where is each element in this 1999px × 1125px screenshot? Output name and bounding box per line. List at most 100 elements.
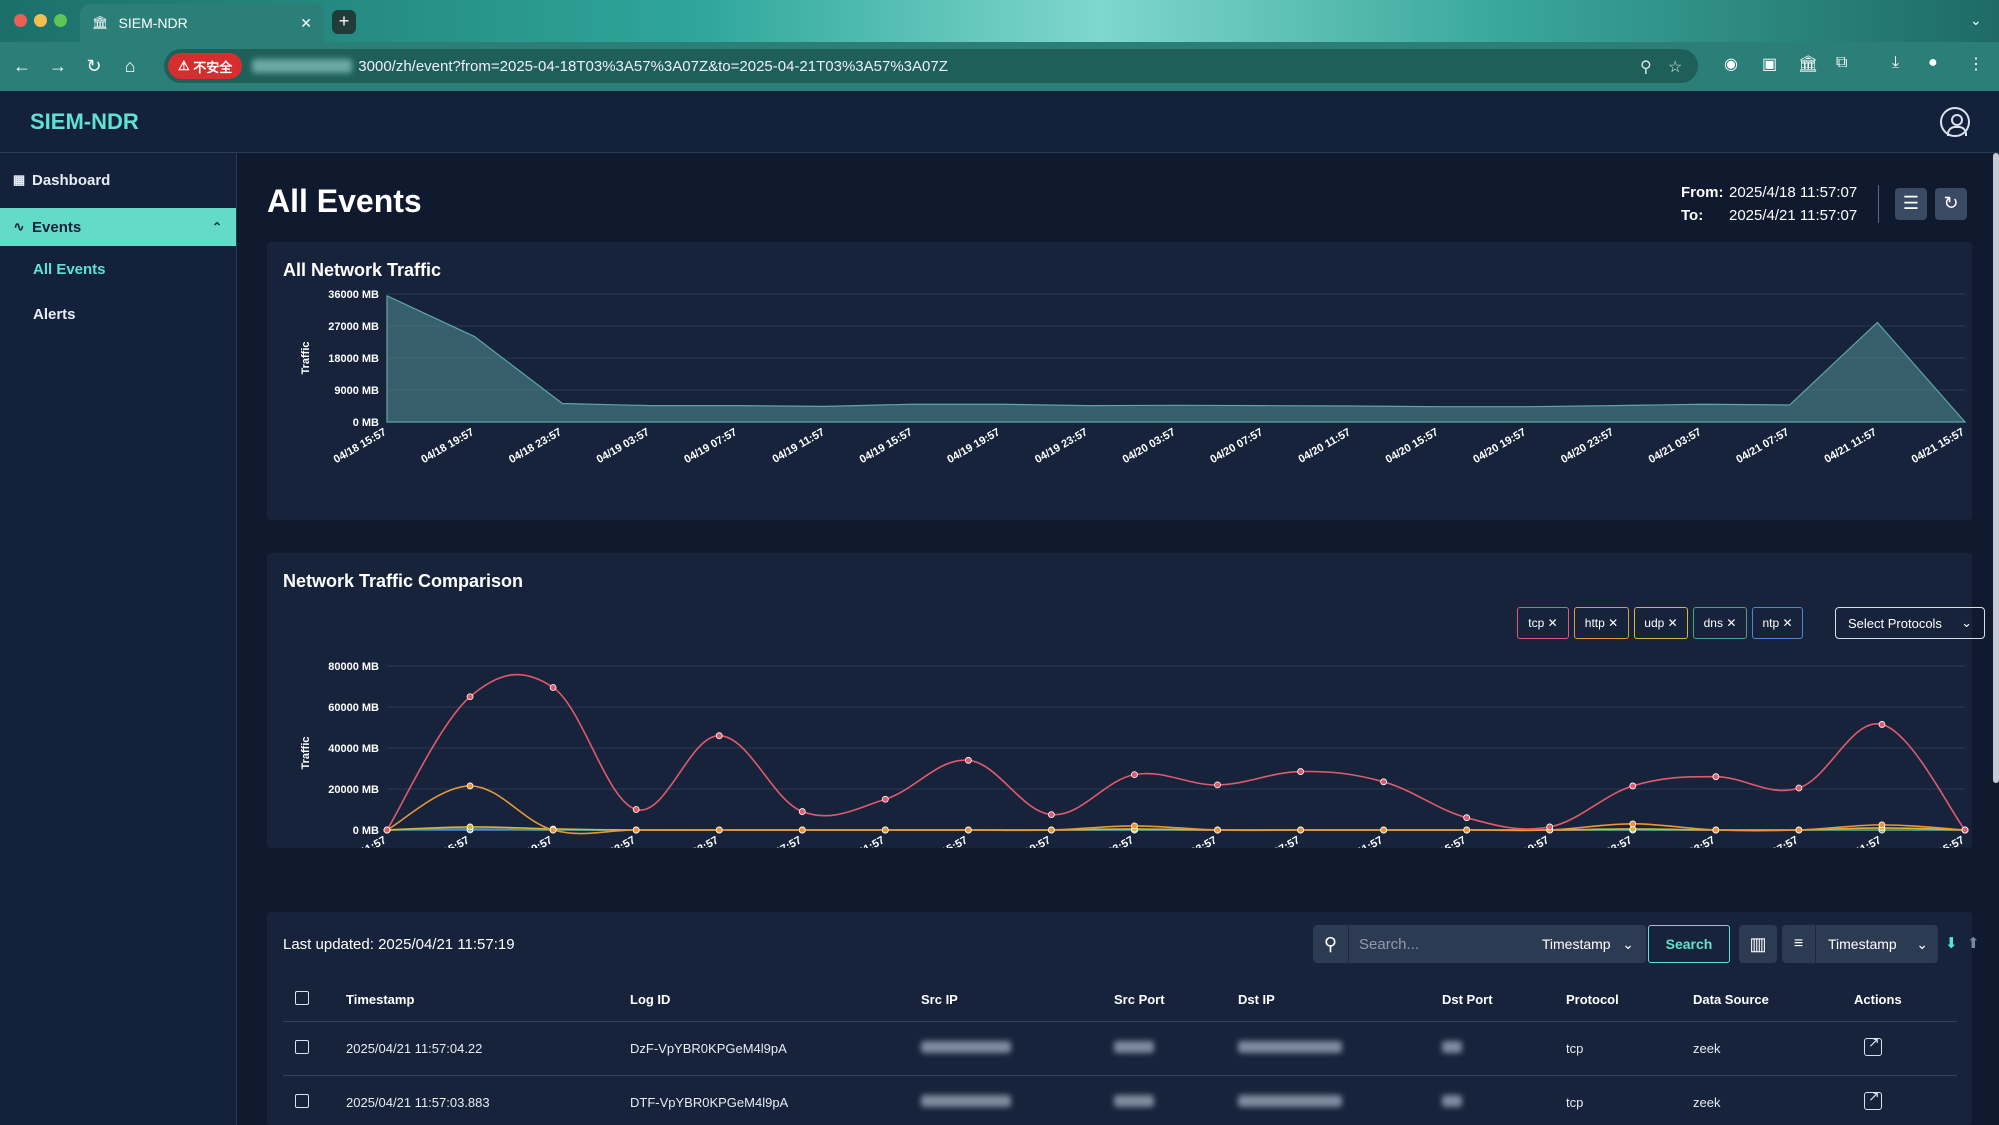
bookmark-star-icon[interactable]: ☆ bbox=[1668, 57, 1682, 77]
new-tab-button[interactable]: + bbox=[332, 10, 356, 34]
columns-icon[interactable]: ▥ bbox=[1739, 925, 1777, 963]
main-content: All Events From: 2025/4/18 11:57:07 To: 20… bbox=[237, 153, 1999, 1125]
browser-chrome: 🏛 SIEM-NDR ✕ + ⌄ ← → ↻ ⌂ ⚠ 不安全 3000/zh/e… bbox=[0, 0, 1999, 91]
cell-dst-port bbox=[1442, 1075, 1566, 1125]
browser-tab[interactable]: 🏛 SIEM-NDR ✕ bbox=[80, 4, 324, 42]
redacted-value bbox=[921, 1040, 1011, 1053]
x-tick-label: 04/19 03:57 bbox=[595, 426, 652, 466]
data-point-http bbox=[1048, 826, 1055, 834]
sidebar-item-dashboard[interactable]: ▦ Dashboard bbox=[0, 161, 236, 199]
to-value: 2025/4/21 11:57:07 bbox=[1729, 207, 1858, 224]
insecure-badge[interactable]: ⚠ 不安全 bbox=[168, 53, 243, 79]
search-input[interactable] bbox=[1359, 935, 1529, 953]
refresh-button[interactable]: ↻ bbox=[1935, 188, 1967, 220]
cell-dst-port bbox=[1442, 1021, 1566, 1076]
cell-protocol: tcp bbox=[1566, 1075, 1693, 1125]
filter-settings-button[interactable]: ☰ bbox=[1895, 188, 1927, 220]
column-header-dst-port[interactable]: Dst Port bbox=[1442, 979, 1566, 1022]
y-tick-label: 20000 MB bbox=[328, 784, 379, 796]
open-external-icon[interactable] bbox=[1864, 1034, 1882, 1056]
scrollbar-thumb[interactable] bbox=[1993, 153, 1999, 783]
tab-search-icon[interactable]: ⌄ bbox=[1970, 12, 1982, 29]
page-title: All Events bbox=[267, 183, 422, 219]
divider bbox=[1878, 185, 1879, 223]
last-updated-text: Last updated: 2025/04/21 11:57:19 bbox=[283, 936, 515, 953]
open-external-icon[interactable] bbox=[1864, 1088, 1882, 1110]
cell-protocol: tcp bbox=[1566, 1021, 1693, 1076]
cell-src-ip bbox=[921, 1075, 1114, 1125]
x-tick-label: 04/21 11:57 bbox=[1822, 426, 1878, 465]
profile-avatar-icon[interactable]: ● bbox=[1928, 54, 1938, 72]
column-header-src-port[interactable]: Src Port bbox=[1114, 979, 1238, 1022]
column-header-log-id[interactable]: Log ID bbox=[630, 979, 921, 1022]
x-tick-label: 04/20 23:57 bbox=[1559, 426, 1616, 466]
column-header-protocol[interactable]: Protocol bbox=[1566, 979, 1693, 1022]
x-tick-label: 04/20 23:57 bbox=[1577, 834, 1634, 848]
back-icon[interactable]: ← bbox=[4, 56, 40, 77]
search-field-dropdown[interactable]: Timestamp ⌄ bbox=[1542, 936, 1634, 953]
sort-icon: ≡ bbox=[1782, 925, 1816, 963]
brand-logo[interactable]: SIEM-NDR bbox=[30, 109, 139, 135]
column-header-dst-ip[interactable]: Dst IP bbox=[1238, 979, 1442, 1022]
x-tick-label: 04/19 15:57 bbox=[858, 426, 915, 466]
data-point-http bbox=[549, 826, 557, 834]
zoom-window-button[interactable] bbox=[54, 14, 67, 27]
zoom-icon[interactable]: ⚲ bbox=[1640, 57, 1652, 77]
data-point-http bbox=[881, 826, 889, 834]
x-tick-label: 04/20 03:57 bbox=[1121, 426, 1178, 466]
x-tick-label: 04/20 07:57 bbox=[1245, 834, 1302, 848]
close-tab-icon[interactable]: ✕ bbox=[300, 15, 312, 32]
sort-descending-icon[interactable]: ⬇ bbox=[1945, 934, 1958, 952]
puzzle-icon[interactable]: ⧉ bbox=[1836, 54, 1847, 72]
bank-icon[interactable]: 🏛 bbox=[1798, 54, 1818, 74]
sort-ascending-icon[interactable]: ⬆ bbox=[1967, 934, 1980, 952]
home-icon[interactable]: ⌂ bbox=[112, 56, 148, 77]
redacted-value bbox=[921, 1094, 1011, 1107]
menu-icon[interactable]: ⋮ bbox=[1968, 54, 1984, 74]
sidebar-subitem-all-events[interactable]: All Events bbox=[33, 261, 106, 278]
x-tick-label: 04/20 19:57 bbox=[1471, 426, 1528, 466]
row-checkbox[interactable] bbox=[295, 1039, 309, 1054]
sidebar-subitem-alerts[interactable]: Alerts bbox=[33, 306, 76, 323]
column-header-src-ip[interactable]: Src IP bbox=[921, 979, 1114, 1022]
row-checkbox[interactable] bbox=[295, 1093, 309, 1108]
address-bar[interactable]: ⚠ 不安全 3000/zh/event?from=2025-04-18T03%3… bbox=[164, 49, 1698, 83]
data-point-tcp bbox=[1961, 826, 1969, 834]
select-all-checkbox[interactable] bbox=[295, 991, 309, 1006]
tab-title: SIEM-NDR bbox=[118, 15, 188, 31]
cell-log-id: DzF-VpYBR0KPGeM4l9pA bbox=[630, 1021, 921, 1076]
sidebar-item-events[interactable]: ∿ Events ⌃ bbox=[0, 208, 236, 246]
minimize-window-button[interactable] bbox=[34, 14, 47, 27]
data-point-http bbox=[715, 826, 723, 834]
x-tick-label: 04/20 11:57 bbox=[1296, 426, 1352, 465]
table-row[interactable]: 2025/04/21 11:57:03.883 DTF-VpYBR0KPGeM4… bbox=[283, 1075, 1957, 1125]
data-point-tcp bbox=[1712, 773, 1720, 781]
sort-field-dropdown[interactable]: ≡ Timestamp ⌄ bbox=[1782, 925, 1938, 963]
download-icon[interactable]: ⤓ bbox=[1892, 54, 1899, 72]
redacted-value bbox=[1442, 1040, 1462, 1053]
sort-field-label: Timestamp bbox=[1828, 936, 1897, 952]
y-tick-label: 0 MB bbox=[353, 417, 379, 429]
x-tick-label: 04/20 03:57 bbox=[1162, 834, 1219, 848]
y-axis-label: Traffic bbox=[300, 341, 312, 374]
column-header-data-source[interactable]: Data Source bbox=[1693, 979, 1854, 1022]
activity-icon: ∿ bbox=[13, 219, 25, 234]
data-point-tcp bbox=[1795, 784, 1803, 792]
url-text: 3000/zh/event?from=2025-04-18T03%3A57%3A… bbox=[358, 57, 948, 75]
search-button[interactable]: Search bbox=[1648, 925, 1730, 963]
x-tick-label: 04/19 07:57 bbox=[747, 834, 804, 848]
search-icon: ⚲ bbox=[1313, 925, 1349, 963]
data-point-tcp bbox=[1048, 811, 1055, 819]
column-header-timestamp[interactable]: Timestamp bbox=[346, 979, 630, 1022]
extension-icon[interactable]: ▣ bbox=[1762, 54, 1777, 74]
x-tick-label: 04/20 19:57 bbox=[1494, 834, 1551, 848]
user-account-icon[interactable] bbox=[1940, 107, 1970, 137]
data-point-tcp bbox=[383, 826, 391, 834]
forward-icon[interactable]: → bbox=[40, 56, 76, 77]
extension-icon[interactable]: ◉ bbox=[1724, 54, 1738, 74]
reload-icon[interactable]: ↻ bbox=[76, 56, 112, 77]
close-window-button[interactable] bbox=[14, 14, 27, 27]
all-network-traffic-card: All Network Traffic 0 MB 9000 MB 18000 MB 2… bbox=[267, 242, 1972, 520]
app-header: SIEM-NDR bbox=[0, 91, 1999, 153]
table-row[interactable]: 2025/04/21 11:57:04.22 DzF-VpYBR0KPGeM4l… bbox=[283, 1021, 1957, 1076]
